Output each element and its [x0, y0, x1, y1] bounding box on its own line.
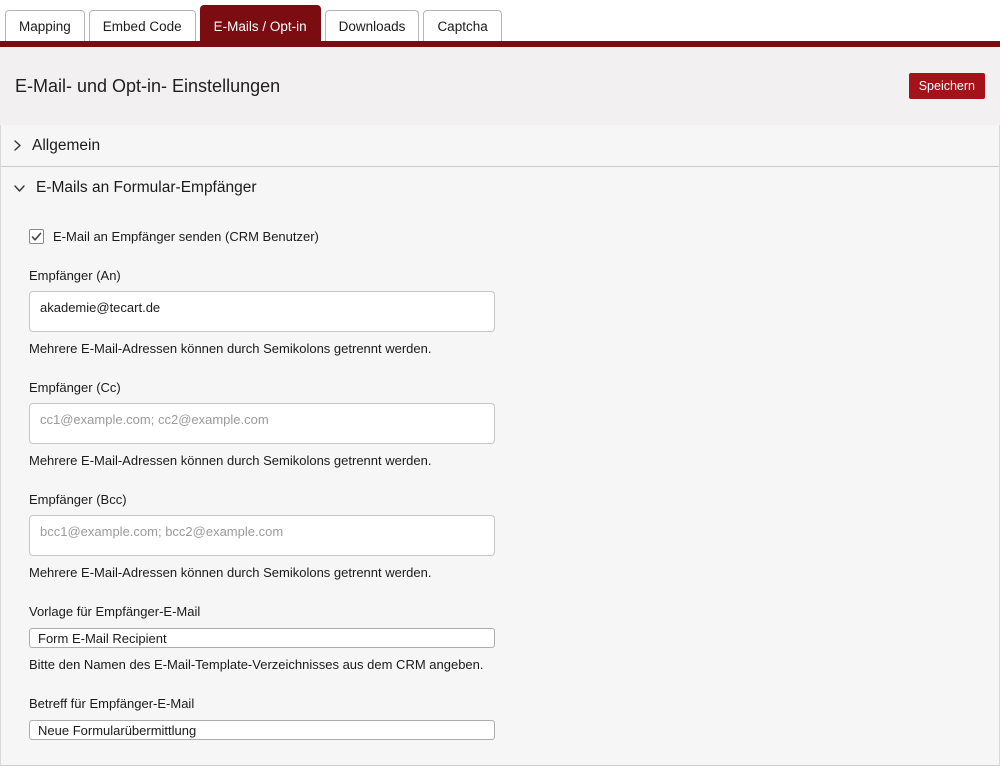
field-label: Vorlage für Empfänger-E-Mail: [29, 604, 201, 619]
field-help-text: Mehrere E-Mail-Adressen können durch Sem…: [29, 453, 432, 468]
field-label: Empfänger (An): [29, 268, 121, 283]
section-emails-formular-empfaenger[interactable]: E-Mails an Formular-Empfänger: [1, 167, 999, 209]
tab-emails-opt-in[interactable]: E-Mails / Opt-in: [199, 5, 321, 47]
tab-mapping[interactable]: Mapping: [5, 10, 85, 41]
tab-bar: Mapping Embed Code E-Mails / Opt-in Down…: [0, 0, 1000, 47]
empfaenger-an-input[interactable]: akademie@tecart.de: [29, 291, 495, 332]
section-allgemein[interactable]: Allgemein: [1, 125, 999, 167]
chevron-down-icon: [13, 184, 26, 193]
send-to-recipient-checkbox-row[interactable]: E-Mail an Empfänger senden (CRM Benutzer…: [29, 229, 999, 244]
page-title: E-Mail- und Opt-in- Einstellungen: [15, 75, 281, 96]
field-label: Empfänger (Cc): [29, 380, 121, 395]
field-help-text: Mehrere E-Mail-Adressen können durch Sem…: [29, 565, 432, 580]
checkbox-checked[interactable]: [29, 229, 44, 244]
field-betreff: Betreff für Empfänger-E-Mail: [29, 696, 999, 740]
tab-embed-code[interactable]: Embed Code: [88, 10, 196, 41]
field-empfaenger-bcc: Empfänger (Bcc) Mehrere E-Mail-Adressen …: [29, 492, 999, 580]
checkbox-label: E-Mail an Empfänger senden (CRM Benutzer…: [53, 229, 319, 244]
tab-list: Mapping Embed Code E-Mails / Opt-in Down…: [5, 5, 502, 47]
vorlage-input[interactable]: [29, 628, 495, 648]
field-label: Empfänger (Bcc): [29, 492, 127, 507]
section-emails-label: E-Mails an Formular-Empfänger: [36, 179, 257, 196]
field-vorlage: Vorlage für Empfänger-E-Mail Bitte den N…: [29, 604, 999, 672]
settings-accordion: Allgemein E-Mails an Formular-Empfänger …: [0, 125, 1000, 766]
field-empfaenger-an: Empfänger (An) akademie@tecart.de Mehrer…: [29, 268, 999, 356]
tab-downloads[interactable]: Downloads: [324, 10, 420, 41]
save-button[interactable]: Speichern: [908, 73, 985, 99]
field-label: Betreff für Empfänger-E-Mail: [29, 696, 195, 711]
field-help-text: Bitte den Namen des E-Mail-Template-Verz…: [29, 657, 484, 672]
page-header: E-Mail- und Opt-in- Einstellungen Speich…: [0, 47, 1000, 125]
checkmark-icon: [31, 232, 42, 241]
section-allgemein-label: Allgemein: [32, 136, 101, 154]
empfaenger-bcc-input[interactable]: [29, 515, 495, 556]
field-help-text: Mehrere E-Mail-Adressen können durch Sem…: [29, 341, 432, 356]
betreff-input[interactable]: [29, 720, 495, 740]
field-empfaenger-cc: Empfänger (Cc) Mehrere E-Mail-Adressen k…: [29, 380, 999, 468]
section-content: E-Mail an Empfänger senden (CRM Benutzer…: [1, 209, 999, 765]
empfaenger-cc-input[interactable]: [29, 403, 495, 444]
chevron-right-icon: [13, 139, 22, 152]
tab-captcha[interactable]: Captcha: [423, 10, 502, 41]
